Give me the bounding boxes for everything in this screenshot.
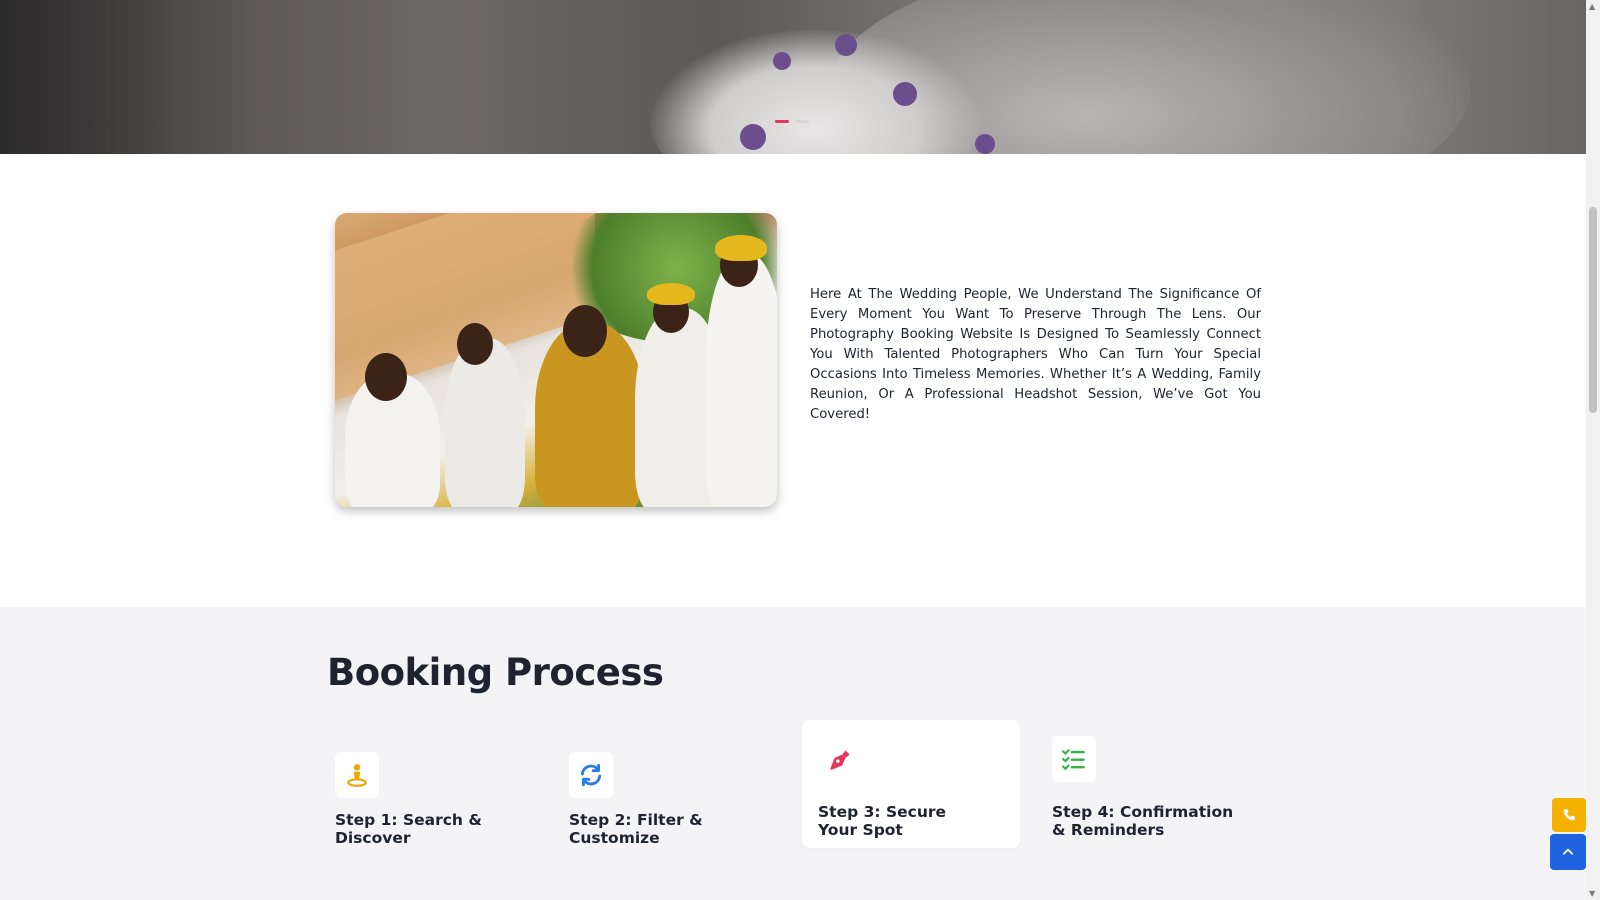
- step-card-3[interactable]: Step 3: Secure Your Spot: [802, 720, 1020, 848]
- carousel-dot-2[interactable]: [795, 120, 809, 123]
- step-card-1[interactable]: Step 1: Search & Discover: [319, 720, 537, 848]
- photo-guest: [445, 338, 525, 507]
- intro-paragraph: Here At The Wedding People, We Understan…: [810, 287, 1261, 422]
- chevron-up-icon: [1563, 848, 1573, 855]
- phone-icon: [1563, 809, 1575, 821]
- wedding-guests-photo: [335, 213, 777, 507]
- section-title: Booking Process: [327, 651, 664, 694]
- call-button[interactable]: [1552, 798, 1586, 832]
- photo-head: [563, 305, 607, 357]
- hero-shade: [0, 0, 260, 154]
- step-label: Step 4: Confirmation & Reminders: [1052, 803, 1234, 839]
- pen-nib-icon: [818, 736, 862, 782]
- refresh-icon-svg: [580, 763, 602, 787]
- booking-steps: Step 1: Search & Discover Step 2: Filter…: [319, 720, 1279, 848]
- step-label: Step 3: Secure Your Spot: [818, 803, 947, 839]
- photo-headwrap: [647, 283, 695, 305]
- hero-flower: [975, 134, 995, 154]
- photo-head: [365, 353, 407, 401]
- step-label: Step 1: Search & Discover: [335, 811, 482, 847]
- scroll-down-arrow-icon[interactable]: ▼: [1589, 889, 1595, 898]
- carousel-indicators: [775, 120, 809, 123]
- pen-nib-icon-svg: [830, 750, 850, 770]
- hero-flower: [773, 52, 791, 70]
- booking-process-section: Booking Process Step 1: Search & Discove…: [0, 607, 1586, 900]
- hero-flower: [835, 34, 857, 56]
- refresh-icon: [569, 752, 613, 798]
- back-to-top-button[interactable]: [1550, 834, 1586, 870]
- hero-flower: [740, 124, 766, 150]
- step-card-4[interactable]: Step 4: Confirmation & Reminders: [1036, 720, 1254, 848]
- step-card-2[interactable]: Step 2: Filter & Customize: [553, 720, 771, 848]
- step-label: Step 2: Filter & Customize: [569, 811, 703, 847]
- photo-head: [457, 323, 493, 365]
- search-person-icon-svg: [347, 764, 367, 787]
- search-person-icon: [335, 752, 379, 798]
- checklist-icon-svg: [1062, 749, 1085, 770]
- scroll-thumb[interactable]: [1589, 207, 1597, 413]
- hero-banner: [0, 0, 1586, 154]
- scroll-up-arrow-icon[interactable]: ▲: [1589, 2, 1595, 11]
- carousel-dot-1[interactable]: [775, 120, 789, 123]
- page-scrollbar[interactable]: ▲ ▼: [1586, 0, 1600, 900]
- about-section: Here At The Wedding People, We Understan…: [0, 154, 1586, 607]
- photo-guest: [705, 253, 777, 507]
- checklist-icon: [1052, 736, 1096, 782]
- photo-headwrap: [715, 235, 767, 261]
- hero-flower: [893, 82, 917, 106]
